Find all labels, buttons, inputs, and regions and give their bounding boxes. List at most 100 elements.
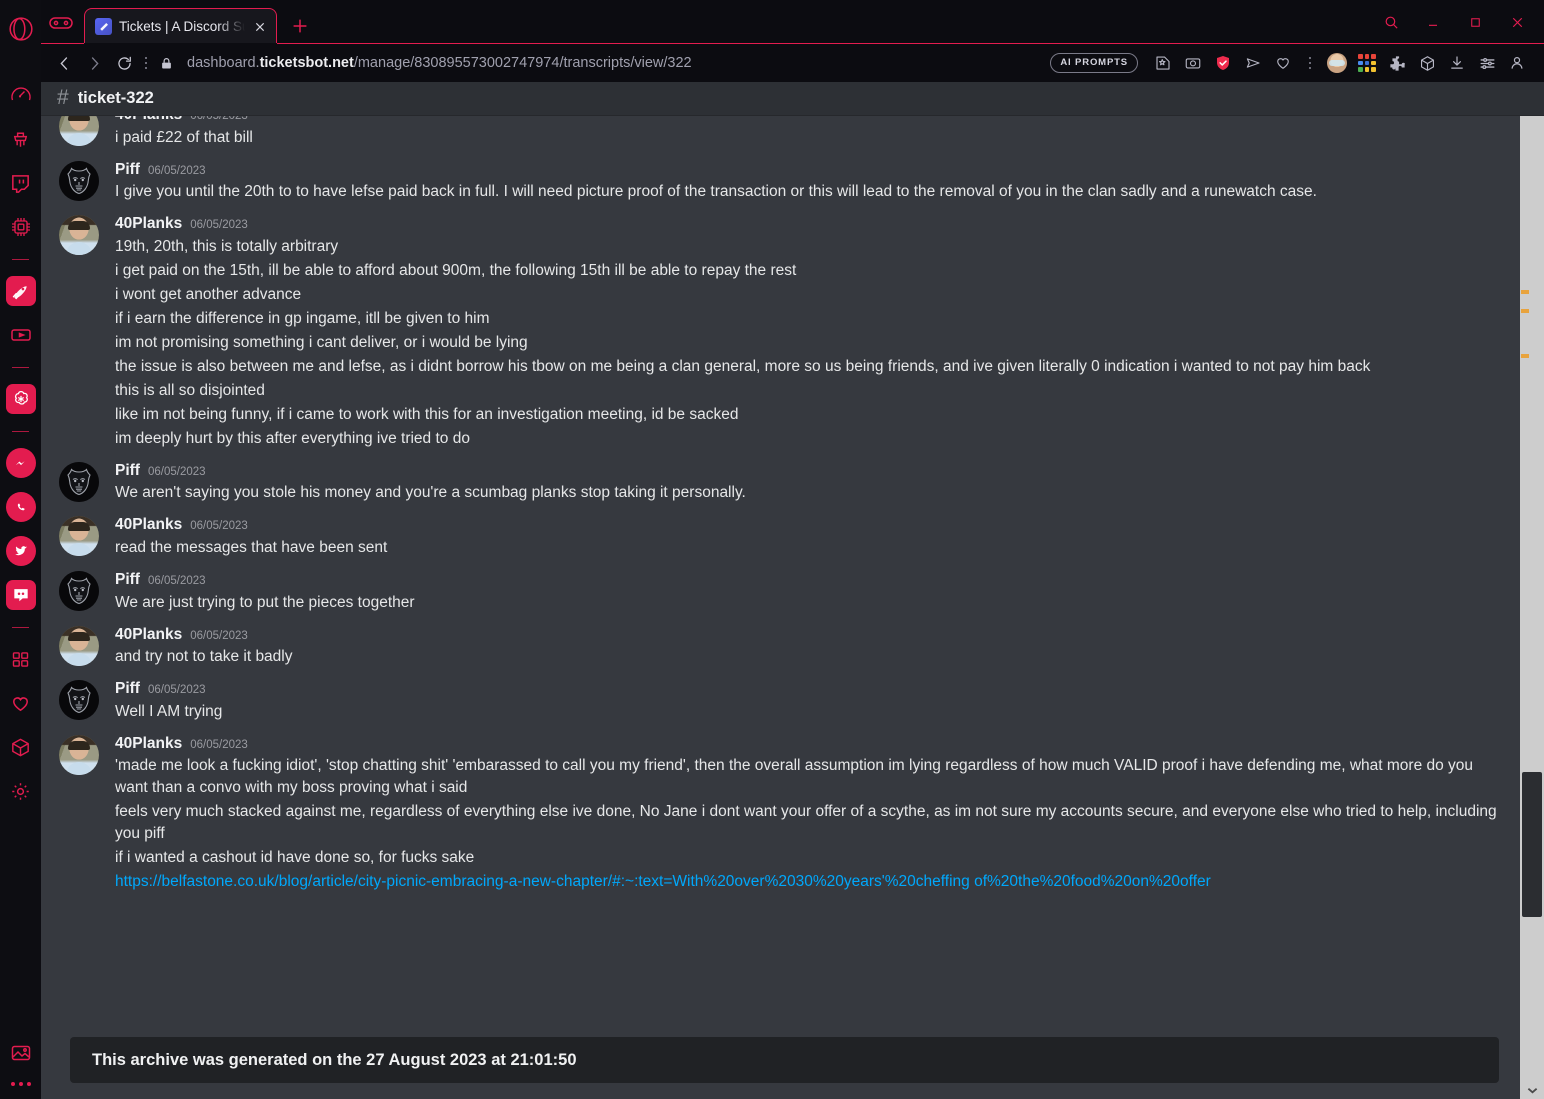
extensions-grid-icon[interactable] — [1354, 50, 1380, 76]
message-link[interactable]: https://belfastone.co.uk/blog/article/ci… — [115, 870, 1502, 894]
find-match-marker — [1521, 354, 1529, 358]
message-header: 40Planks 06/05/2023 — [115, 516, 1502, 535]
discord-icon[interactable] — [5, 580, 36, 610]
wallet-cube-icon[interactable] — [1414, 50, 1440, 76]
extension-puzzle-icon[interactable] — [1384, 50, 1410, 76]
page-scrollbar[interactable] — [1520, 82, 1544, 1099]
message-text: Well I AM trying — [115, 702, 223, 720]
new-tab-button[interactable] — [289, 15, 311, 37]
message-text: 19th, 20th, this is totally arbitrary — [115, 237, 339, 255]
opera-sidebar — [0, 0, 41, 1099]
message-text: if i earn the difference in gp ingame, i… — [115, 309, 490, 327]
message-body: Piff 06/05/2023 Well I AM trying — [115, 680, 1502, 724]
page-menu-dots-icon[interactable] — [139, 56, 153, 70]
channel-name: ticket-322 — [77, 89, 154, 107]
message-header: 40Planks 06/05/2023 — [115, 735, 1502, 754]
account-person-icon[interactable] — [1504, 50, 1530, 76]
screenshot-camera-icon[interactable] — [1180, 50, 1206, 76]
message-row: Piff 06/05/2023 We aren't saying you stole… — [41, 453, 1520, 508]
message-list[interactable]: 40Planks 06/05/2023 i paid £22 of that bil… — [41, 116, 1520, 1099]
message-author[interactable]: 40Planks — [115, 215, 182, 234]
package-cube-icon[interactable] — [6, 732, 36, 762]
avatar[interactable] — [59, 625, 99, 666]
message-text: and try not to take it badly — [115, 648, 293, 666]
message-author[interactable]: Piff — [115, 680, 140, 699]
message-header: Piff 06/05/2023 — [115, 571, 1502, 590]
browser-tab[interactable]: Tickets | A Discord Support — [84, 8, 277, 44]
video-player-icon[interactable] — [6, 320, 36, 350]
bookmark-star-icon[interactable] — [1150, 50, 1176, 76]
sidebar-separator — [12, 259, 29, 260]
close-icon[interactable] — [1496, 8, 1538, 36]
avatar[interactable] — [59, 680, 99, 721]
message-timestamp: 06/05/2023 — [190, 629, 248, 642]
minimize-icon[interactable] — [1412, 8, 1454, 36]
messenger-icon[interactable] — [5, 448, 36, 478]
workspaces-grid-icon[interactable] — [6, 644, 36, 674]
rocket-aria-icon[interactable] — [5, 276, 36, 306]
url-text[interactable]: dashboard.ticketsbot.net/manage/83089557… — [187, 55, 692, 71]
cpu-chip-icon[interactable] — [6, 212, 36, 242]
message-row: 40Planks 06/05/2023 19th, 20th, this is to… — [41, 206, 1520, 453]
tab-title: Tickets | A Discord Support — [119, 19, 245, 34]
message-row: Piff 06/05/2023 I give you until the 20th … — [41, 152, 1520, 207]
message-body: Piff 06/05/2023 I give you until the 20th … — [115, 161, 1502, 205]
message-author[interactable]: 40Planks — [115, 516, 182, 535]
close-icon[interactable] — [252, 19, 268, 35]
message-row: Piff 06/05/2023 Well I AM trying — [41, 671, 1520, 726]
message-text: 'made me look a fucking idiot', 'stop ch… — [115, 757, 1474, 797]
archive-footer-banner: This archive was generated on the 27 Aug… — [70, 1037, 1499, 1083]
message-header: 40Planks 06/05/2023 — [115, 626, 1502, 645]
speedometer-dashboard-icon[interactable] — [6, 80, 36, 110]
search-icon[interactable] — [1370, 8, 1412, 36]
browser-chrome: Tickets | A Discord Support — [41, 0, 1544, 82]
message-author[interactable]: 40Planks — [115, 116, 182, 125]
send-share-icon[interactable] — [1240, 50, 1266, 76]
address-bar: dashboard.ticketsbot.net/manage/83089557… — [41, 44, 1544, 82]
message-row: 40Planks 06/05/2023 and try not to take it… — [41, 617, 1520, 672]
lock-icon[interactable] — [153, 56, 179, 71]
avatar[interactable] — [59, 160, 99, 201]
settings-gear-icon[interactable] — [6, 776, 36, 806]
avatar[interactable] — [59, 570, 99, 611]
avatar[interactable] — [59, 734, 99, 775]
clean-brush-icon[interactable] — [6, 124, 36, 154]
toolbar-overflow-dots-icon[interactable] — [1303, 56, 1317, 70]
browser-window: Tickets | A Discord Support — [0, 0, 1544, 1099]
message-author[interactable]: Piff — [115, 571, 140, 590]
image-snapshot-icon[interactable] — [6, 1038, 36, 1068]
message-timestamp: 06/05/2023 — [190, 116, 248, 122]
profile-avatar-icon[interactable] — [1324, 50, 1350, 76]
twitch-icon[interactable] — [6, 168, 36, 198]
reload-icon[interactable] — [109, 48, 139, 78]
downloads-icon[interactable] — [1444, 50, 1470, 76]
message-author[interactable]: 40Planks — [115, 626, 182, 645]
whatsapp-icon[interactable] — [5, 492, 36, 522]
message-author[interactable]: Piff — [115, 462, 140, 481]
message-author[interactable]: 40Planks — [115, 735, 182, 754]
message-body: 40Planks 06/05/2023 read the messages that… — [115, 516, 1502, 560]
scrollbar-thumb[interactable] — [1522, 772, 1542, 917]
message-body: Piff 06/05/2023 We aren't saying you stole… — [115, 462, 1502, 506]
settings-sliders-icon[interactable] — [1474, 50, 1500, 76]
chatgpt-icon[interactable] — [5, 384, 36, 414]
twitter-icon[interactable] — [5, 536, 36, 566]
heart-icon[interactable] — [6, 688, 36, 718]
opera-logo-icon[interactable] — [6, 14, 36, 44]
message-text: im deeply hurt by this after everything … — [115, 429, 470, 447]
avatar[interactable] — [59, 461, 99, 502]
maximize-icon[interactable] — [1454, 8, 1496, 36]
avatar[interactable] — [59, 215, 99, 256]
back-arrow-icon[interactable] — [49, 48, 79, 78]
message-author[interactable]: Piff — [115, 161, 140, 180]
shield-security-icon[interactable] — [1210, 50, 1236, 76]
scroll-down-arrow-icon[interactable] — [1520, 1081, 1544, 1099]
forward-arrow-icon[interactable] — [79, 48, 109, 78]
avatar[interactable] — [59, 516, 99, 557]
more-options-dots-icon[interactable] — [10, 1082, 31, 1086]
heart-favorite-icon[interactable] — [1270, 50, 1296, 76]
gamepad-icon[interactable] — [47, 12, 75, 36]
ai-prompts-button[interactable]: AI PROMPTS — [1050, 53, 1138, 73]
message-text: if i wanted a cashout id have done so, f… — [115, 849, 475, 867]
avatar[interactable] — [59, 116, 99, 146]
